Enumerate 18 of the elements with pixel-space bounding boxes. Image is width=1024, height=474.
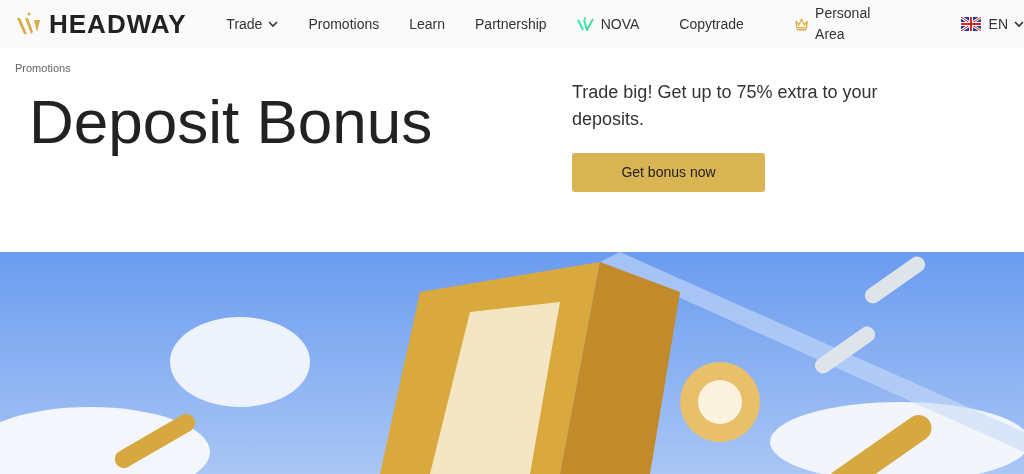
nav-link[interactable]: Promotions (308, 13, 380, 35)
nav-link[interactable]: Partnership (475, 13, 547, 35)
nav-link[interactable]: Learn (409, 13, 446, 35)
breadcrumb-link[interactable]: Promotions (15, 60, 71, 77)
tagline: Trade big! Get up to 75% extra to your deposits. (572, 80, 879, 131)
nova-logo-icon (576, 17, 595, 31)
nav-link[interactable]: Personal Area (793, 3, 899, 45)
logo-text: HEADWAY (49, 11, 187, 37)
page-title: Deposit Bonus (28, 85, 434, 158)
chevron-down-icon (1014, 20, 1024, 28)
nav-link[interactable]: NOVA (576, 13, 640, 35)
chevron-down-icon (268, 20, 279, 28)
flag-icon (960, 17, 981, 31)
nav-link[interactable]: Trade (226, 13, 279, 35)
get-bonus-button[interactable]: Get bonus now (572, 152, 765, 192)
language-selector[interactable]: EN (988, 13, 1024, 35)
nav-link[interactable]: Copytrade (679, 13, 744, 35)
crown-icon (793, 17, 810, 31)
